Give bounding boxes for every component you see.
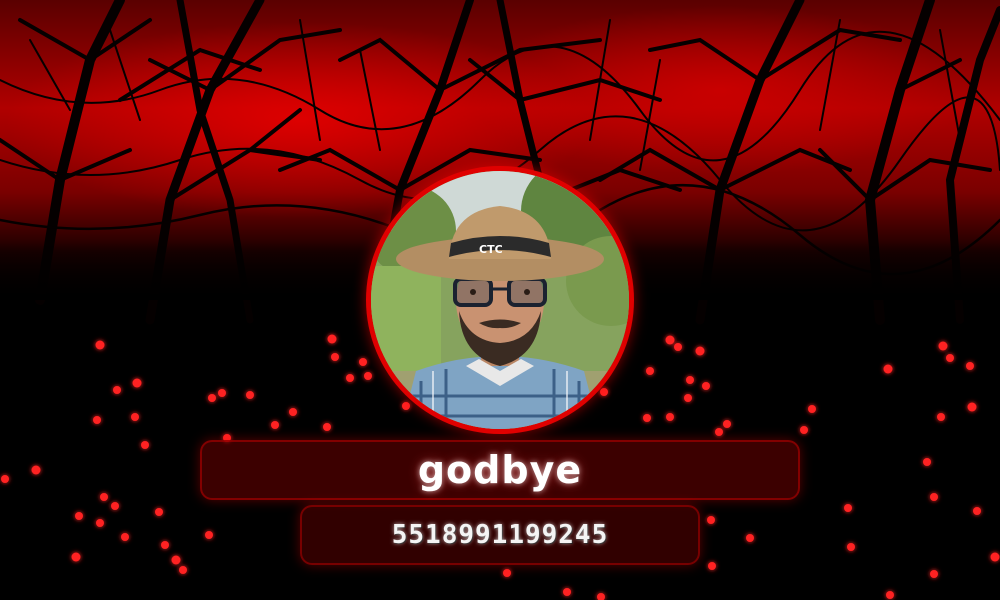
phone-bar: 5518991199245 (300, 505, 700, 565)
profile-phone[interactable]: 5518991199245 (392, 520, 609, 550)
profile-card: CTC godbye 5518991199245 (0, 0, 1000, 600)
hat-logo-text: CTC (479, 243, 503, 256)
profile-photo-icon: CTC (371, 171, 629, 429)
name-bar: godbye (200, 440, 800, 500)
avatar-ring: CTC (366, 166, 634, 434)
avatar[interactable]: CTC (371, 171, 629, 429)
profile-name: godbye (417, 448, 583, 492)
